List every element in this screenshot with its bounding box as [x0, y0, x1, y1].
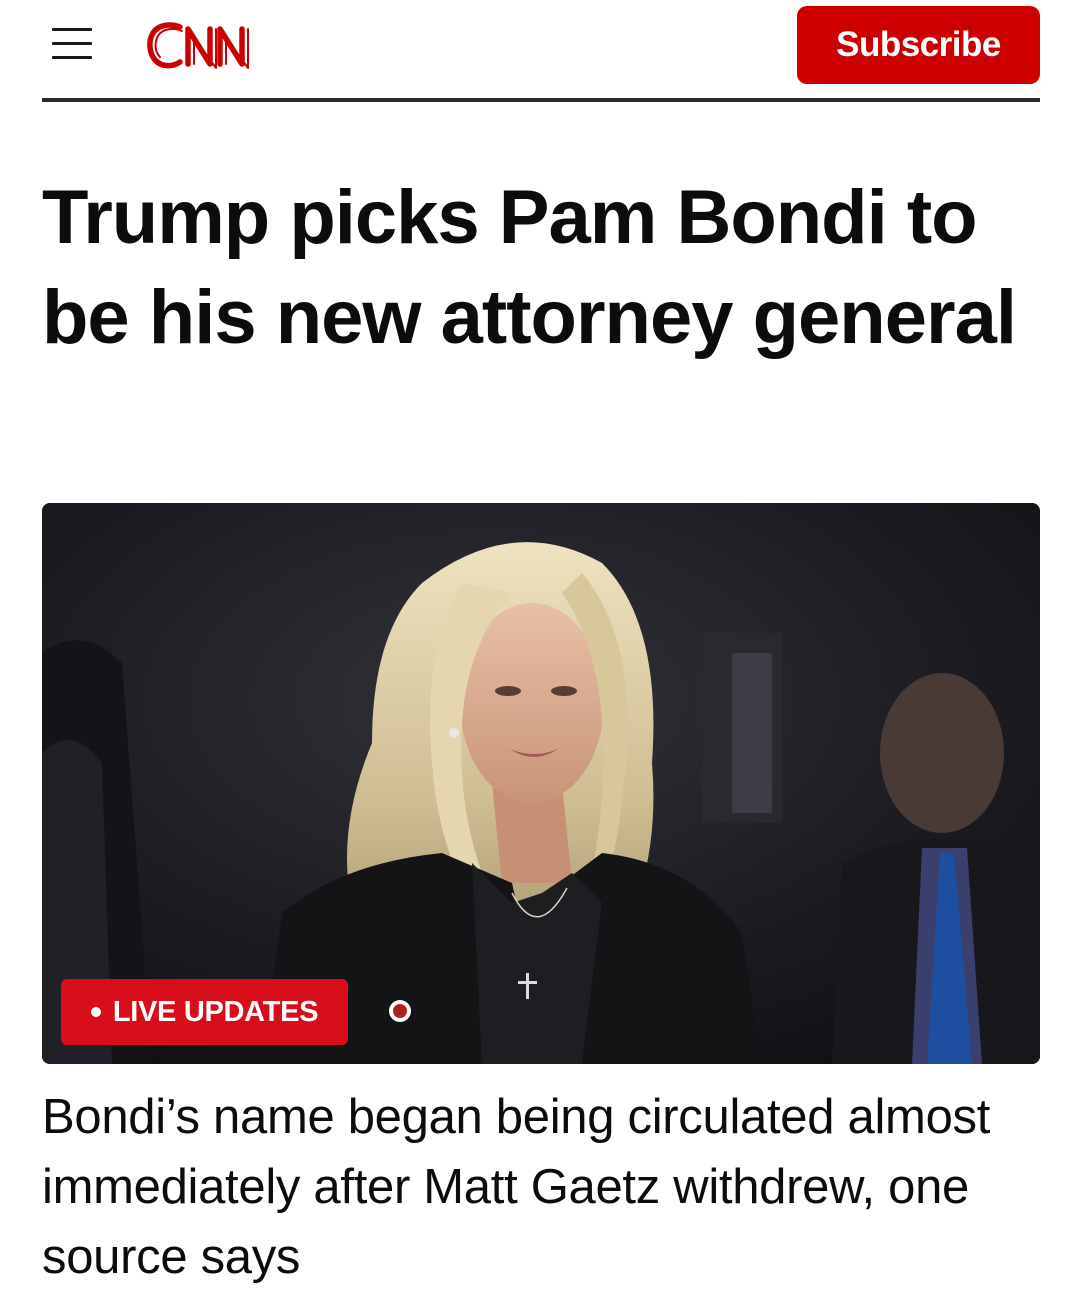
- image-caption: Bondi’s name began being circulated almo…: [42, 1090, 991, 1284]
- article-headline: Trump picks Pam Bondi to be his new atto…: [42, 175, 1017, 360]
- cnn-logo[interactable]: [144, 18, 272, 74]
- live-updates-label: LIVE UPDATES: [112, 995, 319, 1028]
- header-divider: [42, 98, 1040, 102]
- subscribe-button[interactable]: Subscribe: [797, 6, 1040, 84]
- live-dot-icon: [90, 1007, 101, 1017]
- hamburger-menu-icon[interactable]: [52, 26, 92, 62]
- live-updates-badge[interactable]: LIVE UPDATES: [61, 979, 348, 1045]
- hero-image[interactable]: LIVE UPDATES: [42, 503, 1040, 1064]
- article-page: Subscribe Trump picks Pam Bondi to be hi…: [0, 0, 1080, 1304]
- site-header: Subscribe: [42, 0, 1040, 100]
